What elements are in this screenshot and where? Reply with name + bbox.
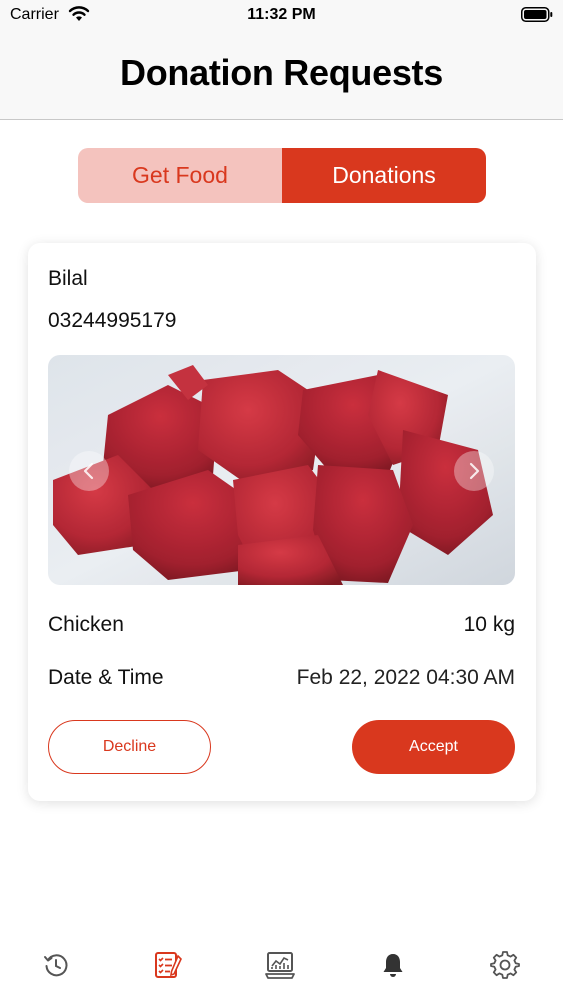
tab-settings[interactable] <box>488 948 522 982</box>
donation-request-card: Bilal 03244995179 Chicken 10 kg Date & T… <box>28 243 536 801</box>
report-chart-icon <box>265 952 295 979</box>
date-time-value: Feb 22, 2022 04:30 AM <box>296 666 515 689</box>
donor-name: Bilal <box>48 267 88 290</box>
clock-time: 11:32 PM <box>247 6 316 23</box>
tab-donations[interactable]: Donations <box>282 148 486 203</box>
bell-icon <box>383 954 403 977</box>
food-item-name: Chicken <box>48 613 124 636</box>
status-bar: Carrier 11:32 PM <box>0 0 563 32</box>
tab-notifications[interactable] <box>376 948 410 982</box>
battery-icon <box>521 7 553 22</box>
date-time-label: Date & Time <box>48 666 164 689</box>
carousel-next-button[interactable] <box>454 451 494 491</box>
tab-reports[interactable] <box>263 948 297 982</box>
tab-history[interactable] <box>39 948 73 982</box>
tab-requests[interactable] <box>151 948 185 982</box>
food-quantity: 10 kg <box>463 613 515 636</box>
history-icon <box>44 954 68 977</box>
tab-get-food[interactable]: Get Food <box>78 148 282 203</box>
decline-button[interactable]: Decline <box>48 720 211 774</box>
chevron-left-icon <box>83 462 94 480</box>
carousel-prev-button[interactable] <box>69 451 109 491</box>
requests-list-icon <box>155 952 182 978</box>
nav-header: Donation Requests <box>0 32 563 120</box>
page-title: Donation Requests <box>120 52 443 93</box>
food-photo[interactable] <box>48 355 515 585</box>
donor-phone: 03244995179 <box>48 309 177 332</box>
accept-button[interactable]: Accept <box>352 720 515 774</box>
gear-icon <box>490 951 520 979</box>
chevron-right-icon <box>469 462 480 480</box>
segmented-control: Get Food Donations <box>78 148 486 203</box>
bottom-tab-bar <box>0 940 563 1000</box>
meat-image <box>48 355 515 585</box>
